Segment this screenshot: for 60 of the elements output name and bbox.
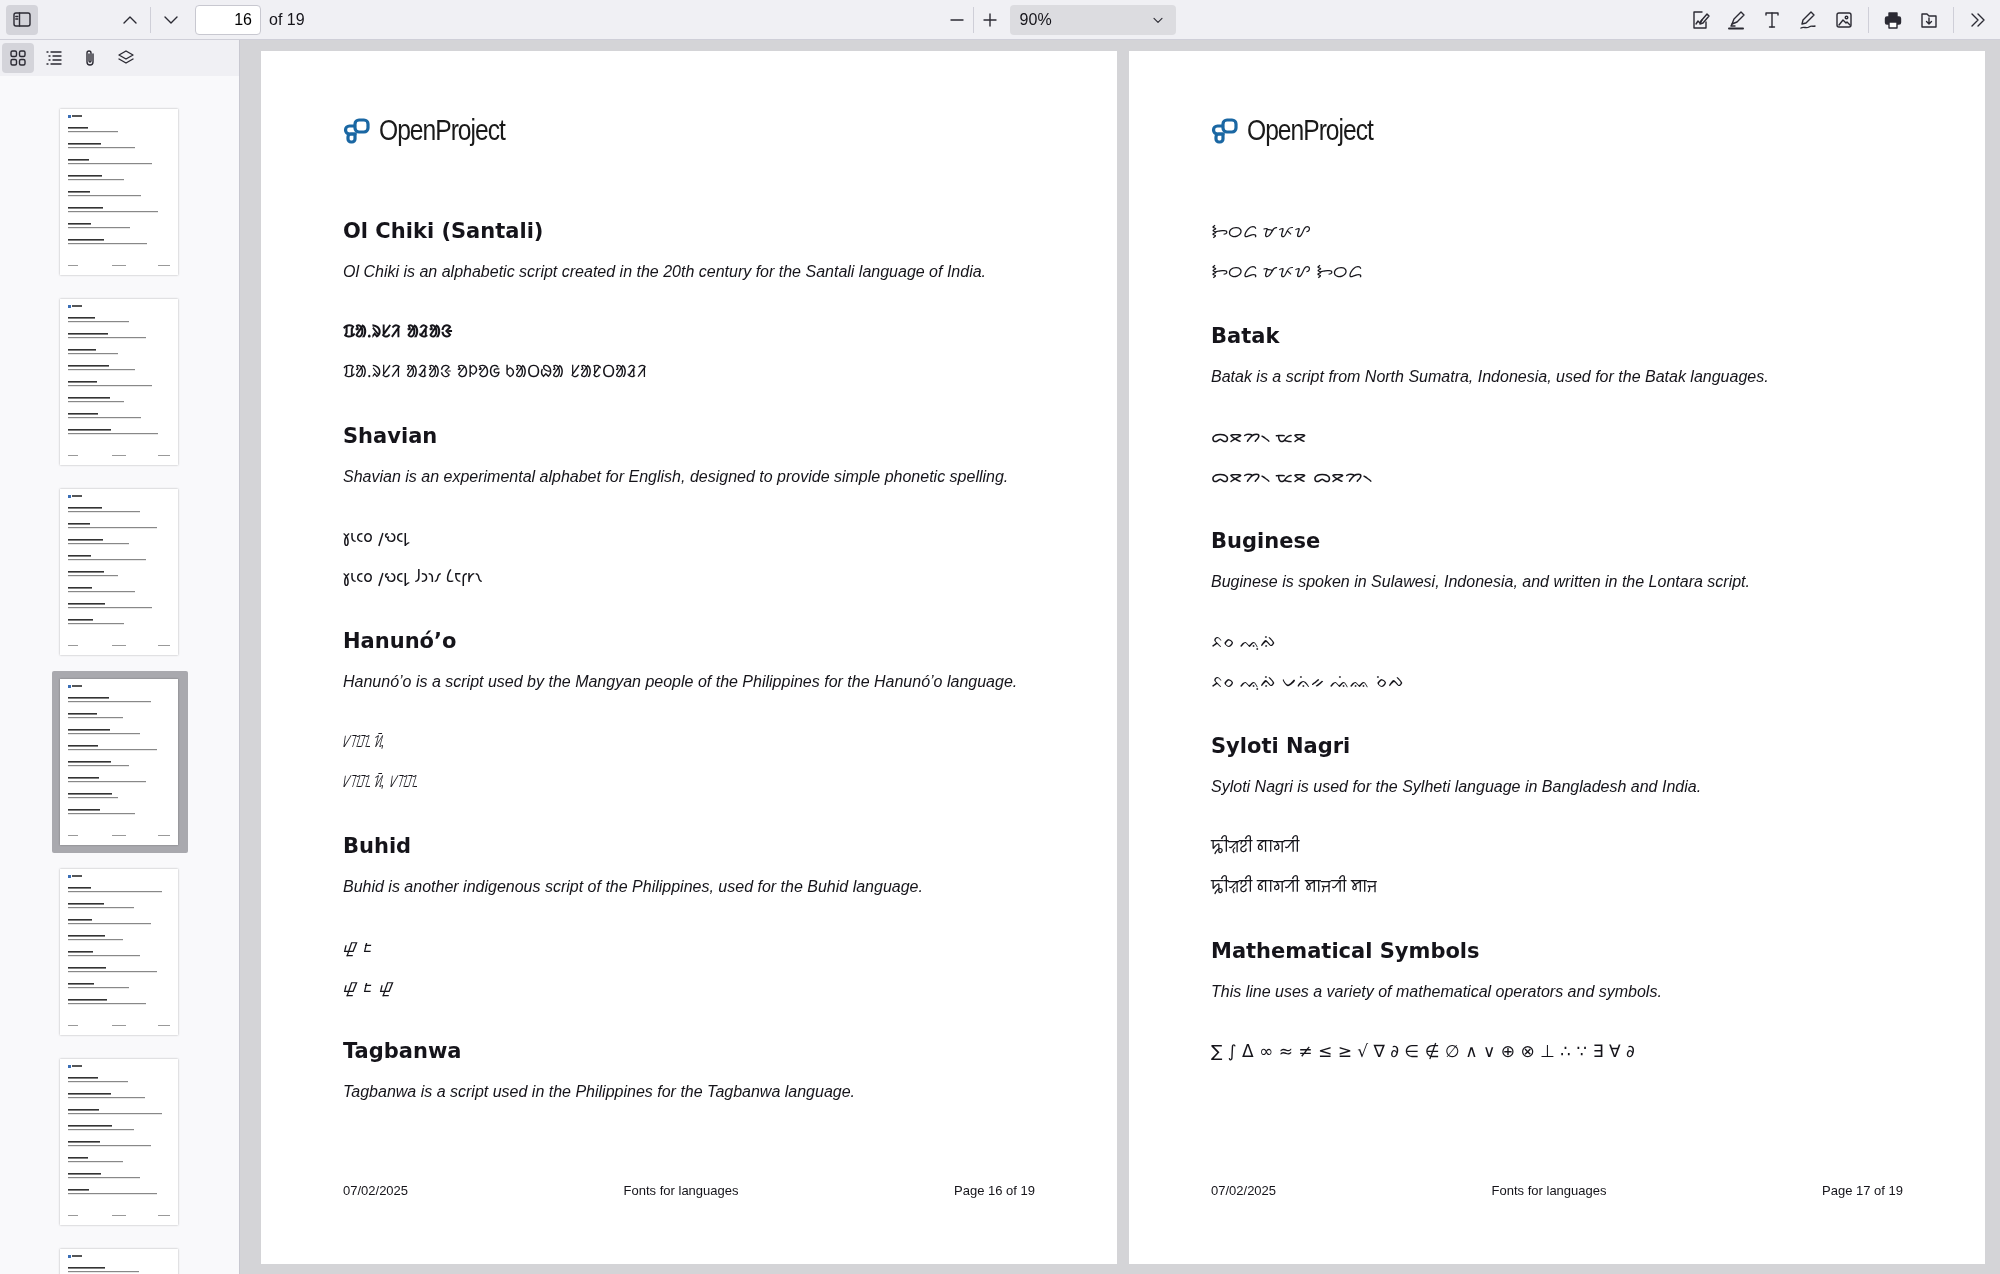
section-heading: Ol Chiki (Santali)	[343, 218, 545, 245]
sample-text: ∑ ∫ Δ ∞ ≈ ≠ ≤ ≥ √ ∇ ∂ ∈ ∉ ∅ ∧ ∨ ⊕ ⊗ ⊥ ∴ ∵ ∃ ∀ ∂	[1211, 1040, 1636, 1063]
sample-text: ꠍꠤꠟꠐꠤ ꠘꠣꠉꠞꠤ ꠝꠣꠔꠞꠤ ꠝꠣꠔ	[1211, 874, 1379, 898]
logo-text: OpenProject	[379, 113, 505, 149]
logo-icon	[343, 116, 373, 146]
text-icon	[1762, 9, 1782, 30]
footer-page-number: Page 17 of 19	[1822, 1181, 1903, 1200]
page-number-field[interactable]: 16	[195, 4, 261, 35]
section-heading: Syloti Nagri	[1211, 733, 1352, 760]
zoom-select[interactable]: 90%	[1009, 4, 1176, 35]
description-text: Tagbanwa is a script used in the Philippines for the Tagbanwa language.	[343, 1082, 857, 1102]
sample-text: ᱯᱟᱹᱨᱥᱤ ᱟᱲᱟᱝ	[343, 320, 453, 343]
sample-text: ᨅᨔ ᨕᨘᨁᨗ	[1211, 630, 1278, 653]
sidebar-toggle-button[interactable]	[6, 4, 38, 35]
section-heading: Mathematical Symbols	[1211, 938, 1481, 965]
signature-icon	[1690, 9, 1710, 30]
logo-text: OpenProject	[1247, 113, 1373, 149]
footer-date: 07/02/2025	[1211, 1181, 1277, 1200]
sample-text: ᱯᱟᱹᱨᱥᱤ ᱟᱲᱟᱝ ᱚᱞᱚᱜ ᱠᱟᱛᱷᱟ ᱥᱟᱱᱛᱟᱲᱤ	[343, 360, 648, 383]
page-thumbnail[interactable]	[51, 670, 188, 853]
description-text: Buginese is spoken in Sulawesi, Indonesia, and written in the Lontara script.	[1211, 572, 1751, 592]
footer-page-number: Page 16 of 19	[954, 1181, 1035, 1200]
sidebar-toggle-icon	[12, 9, 32, 30]
description-text: Shavian is an experimental alphabet for English, designed to provide simple phonetic spelling.	[343, 467, 1010, 487]
description-text: Hanunó’o is a script used by the Mangyan people of the Philippines for the Hanunó’o language.	[343, 672, 1019, 692]
section-heading: Shavian	[343, 423, 439, 450]
description-text: Syloti Nagri is used for the Sylheti language in Bangladesh and India.	[1211, 777, 1703, 797]
section-heading: Batak	[1211, 323, 1281, 350]
pencil-icon	[1798, 9, 1818, 30]
thumbnails-tab[interactable]	[2, 42, 34, 73]
sample-text: ᝎᝓ ᝑᝒ	[343, 935, 375, 959]
footer-date: 07/02/2025	[343, 1181, 409, 1200]
logo-icon	[1211, 116, 1241, 146]
zoom-out-icon	[949, 18, 964, 21]
sample-text: 𐑣𐑧𐑤𐑴 𐑢𐑻𐑤𐑛 𐑓𐑮𐑪𐑥 𐑖𐑱𐑝𐑾𐑯	[343, 565, 484, 588]
sample-text: 𐑣𐑧𐑤𐑴 𐑢𐑻𐑤𐑛	[343, 525, 411, 548]
page-count: of 19	[269, 9, 305, 30]
section-heading: Tagbanwa	[343, 1038, 463, 1065]
section-heading: Buginese	[1211, 528, 1322, 555]
grid-icon	[8, 47, 28, 68]
footer-title: Fonts for languages	[1491, 1181, 1607, 1200]
sample-text: ᯅᯖᯂ᯲ ᯔᯖ	[1211, 425, 1309, 448]
sample-text: ᝎᝓ ᝑᝒ ᝎᝓ	[343, 975, 395, 999]
section-heading: Hanunó’o	[343, 628, 458, 655]
sample-text: ᜱᜨᜳᜨᜳ ᜰᜲ ᜱᜨᜳᜨᜳ	[343, 770, 418, 793]
description-text: Buhid is another indigenous script of the Philippines, used for the Buhid language.	[343, 877, 924, 897]
description-text: Ol Chiki is an alphabetic script created in the 20th century for the Santali language of India.	[343, 262, 988, 282]
sample-text: ᝦᝪᝯ ᝫᝩᝬ	[1211, 220, 1312, 243]
sample-text: ᨅᨔ ᨕᨘᨁᨗ ᨆᨊᨗᨀ ᨕᨗᨐ ᨔᨗᨄ	[1211, 670, 1405, 693]
sample-text: ᝦᝪᝯ ᝫᝩᝬ ᝦᝪᝯ	[1211, 260, 1363, 283]
printer-icon	[1883, 9, 1903, 30]
description-text: Batak is a script from North Sumatra, Indonesia, used for the Batak languages.	[1211, 367, 1770, 387]
description-text: This line uses a variety of mathematical operators and symbols.	[1211, 982, 1663, 1002]
section-heading: Buhid	[343, 833, 413, 860]
sample-text: ꠍꠤꠟꠐꠤ ꠘꠣꠉꠞꠤ	[1211, 834, 1301, 858]
sample-text: ᜱᜨᜳᜨᜳ ᜰᜲ	[343, 730, 386, 753]
image-icon	[1834, 9, 1854, 30]
footer-title: Fonts for languages	[623, 1181, 739, 1200]
sample-text: ᯅᯖᯂ᯲ ᯔᯖ ᯅᯖᯂ᯲	[1211, 465, 1373, 488]
highlighter-icon	[1726, 9, 1746, 30]
